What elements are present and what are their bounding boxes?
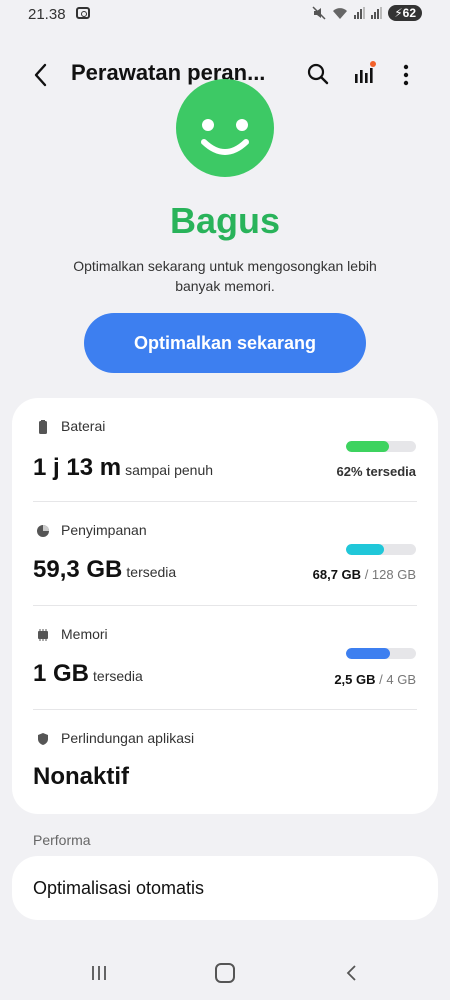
- storage-progress-bar: [346, 544, 416, 555]
- storage-usage: 68,7 GB / 128 GB: [313, 567, 416, 582]
- battery-icon: [39, 420, 47, 434]
- status-bar: 21.38 ⚡62: [0, 0, 450, 32]
- battery-time: 1 j 13 m: [33, 454, 122, 481]
- more-options-icon[interactable]: [396, 62, 416, 88]
- storage-used: 68,7 GB: [312, 567, 362, 582]
- memory-usage: 2,5 GB / 4 GB: [334, 672, 416, 687]
- stats-icon[interactable]: [352, 60, 378, 86]
- status-description: Optimalkan sekarang untuk mengosongkan l…: [73, 258, 377, 294]
- recent-apps-icon[interactable]: [90, 964, 108, 982]
- memory-used: 2,5 GB: [334, 672, 376, 687]
- memory-free: 1 GB: [33, 660, 90, 687]
- battery-row[interactable]: Baterai 1 j 13 m sampai penuh 62% tersedi…: [12, 398, 438, 502]
- battery-available: 62% tersedia: [336, 464, 417, 479]
- storage-label: Penyimpanan: [61, 522, 147, 538]
- back-arrow-icon[interactable]: [30, 62, 52, 88]
- memory-suffix: tersedia: [93, 668, 143, 684]
- mute-icon: [312, 6, 326, 20]
- shield-icon: [38, 733, 48, 745]
- status-icons: ⚡62: [312, 5, 422, 21]
- battery-label: Baterai: [61, 418, 106, 434]
- battery-progress-bar: [346, 441, 416, 452]
- signal-icon: [354, 7, 366, 19]
- battery-suffix: sampai penuh: [125, 462, 214, 478]
- memory-progress-fill: [346, 648, 391, 659]
- wifi-icon: [333, 8, 348, 19]
- memory-label: Memori: [61, 626, 108, 642]
- performance-section-label: Performa: [33, 832, 91, 848]
- home-icon[interactable]: [215, 963, 235, 983]
- memory-row[interactable]: Memori 1 GB tersedia 2,5 GB / 4 GB: [12, 606, 438, 710]
- storage-progress-fill: [346, 544, 384, 555]
- smiley-face-icon: [175, 70, 275, 178]
- battery-time-value: 1 j 13 m sampai penuh: [33, 454, 213, 482]
- battery-indicator: ⚡62: [388, 5, 422, 21]
- clock: 21.38: [28, 6, 66, 23]
- nav-back-icon[interactable]: [344, 964, 358, 982]
- signal-2-icon: [371, 7, 383, 19]
- memory-chip-icon: [38, 629, 48, 641]
- memory-total: / 4 GB: [379, 672, 416, 687]
- battery-level: 62: [402, 6, 416, 20]
- app-protection-row[interactable]: Perlindungan aplikasi Nonaktif: [12, 710, 438, 814]
- system-nav-bar: [0, 950, 450, 1000]
- storage-row[interactable]: Penyimpanan 59,3 GB tersedia 68,7 GB / 12…: [12, 502, 438, 606]
- search-icon[interactable]: [306, 62, 330, 86]
- storage-free-value: 59,3 GB tersedia: [33, 556, 176, 584]
- screenshot-icon: [76, 7, 90, 19]
- battery-progress-fill: [346, 441, 390, 452]
- device-care-card: Baterai 1 j 13 m sampai penuh 62% tersedi…: [12, 398, 438, 814]
- auto-optimize-item[interactable]: Optimalisasi otomatis: [12, 856, 438, 920]
- device-status-label: Bagus: [169, 200, 281, 241]
- memory-free-value: 1 GB tersedia: [33, 660, 143, 688]
- storage-suffix: tersedia: [126, 564, 177, 580]
- storage-total: / 128 GB: [364, 567, 416, 582]
- storage-free: 59,3 GB: [33, 556, 123, 583]
- storage-pie-icon: [37, 525, 49, 537]
- optimize-now-button[interactable]: Optimalkan sekarang: [84, 313, 366, 373]
- app-protection-value: Nonaktif: [33, 763, 129, 790]
- app-protection-label: Perlindungan aplikasi: [61, 730, 195, 746]
- memory-progress-bar: [346, 648, 416, 659]
- auto-optimize-label: Optimalisasi otomatis: [33, 878, 205, 898]
